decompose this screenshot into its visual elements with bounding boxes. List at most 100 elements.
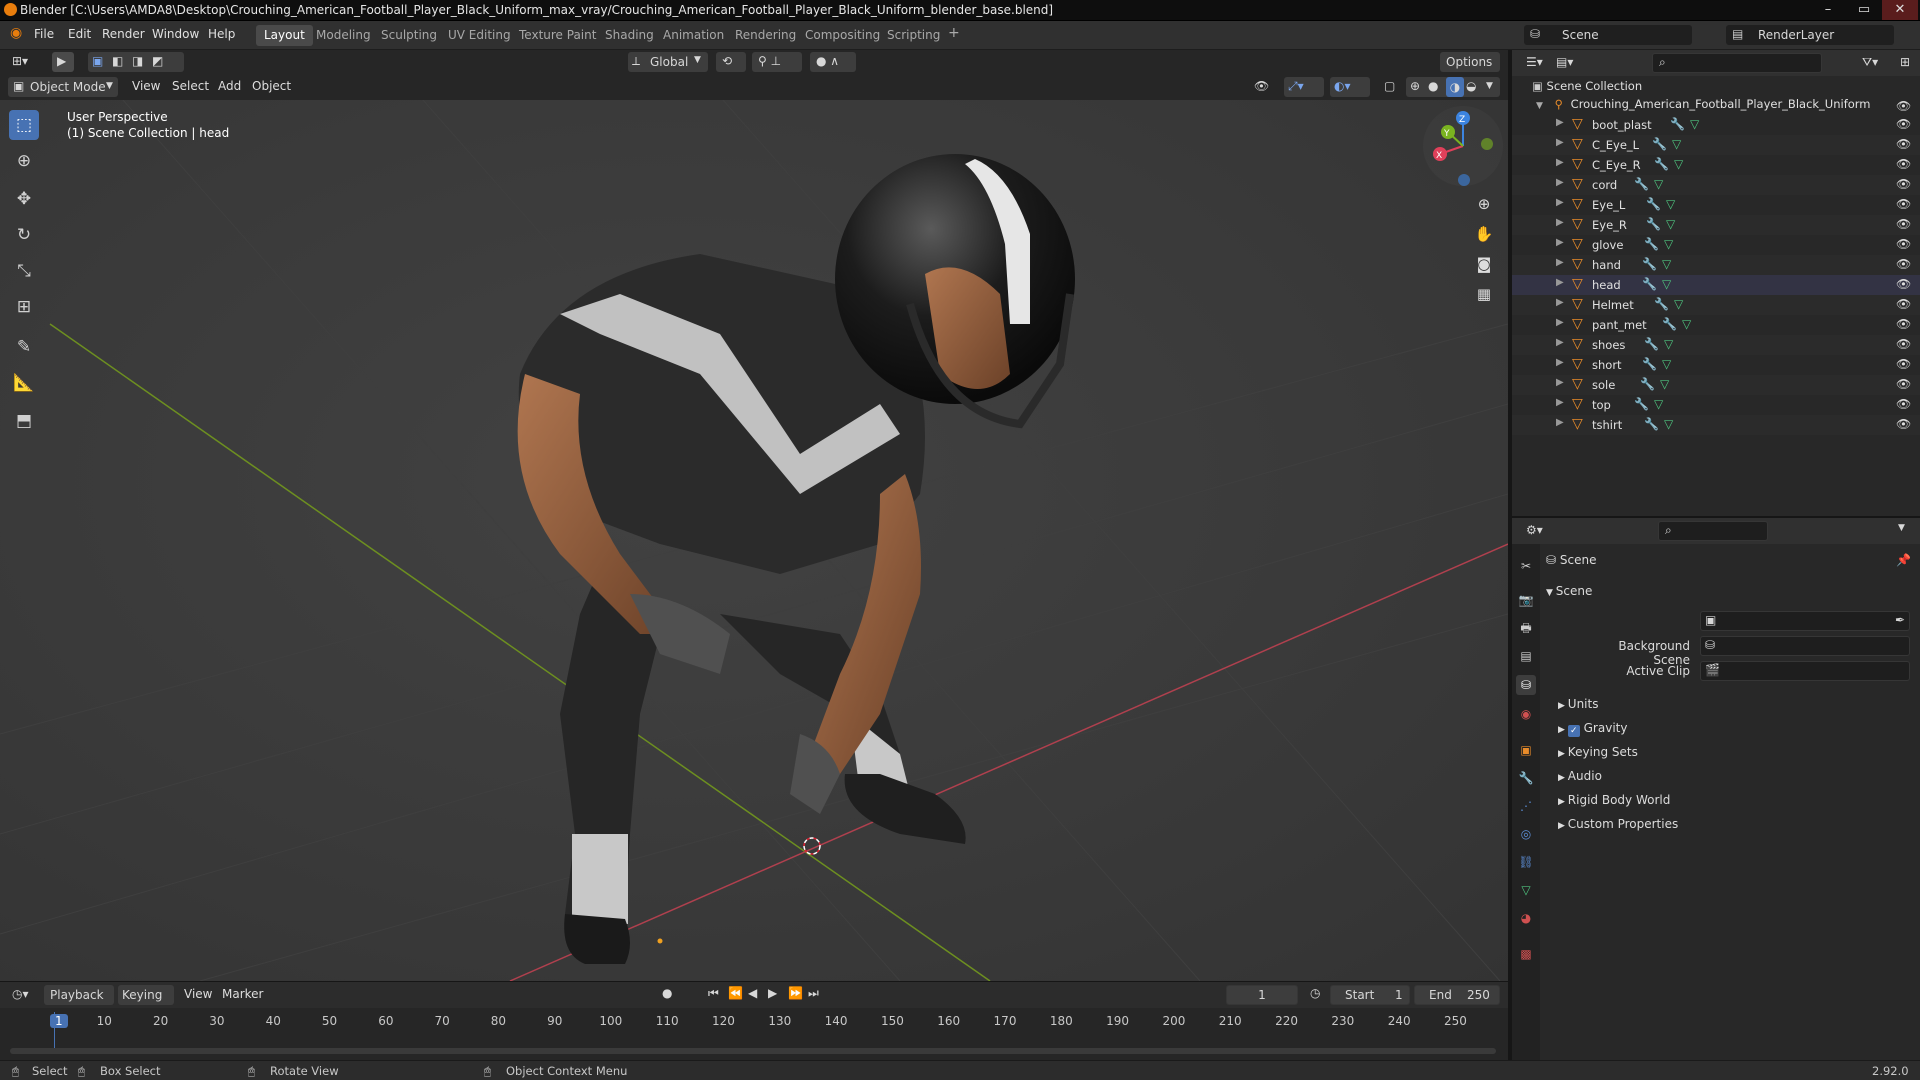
mesh-data-icon[interactable]: ▽ [1662, 277, 1671, 291]
physics-tab-icon[interactable]: ◎ [1516, 824, 1536, 844]
expand-arrow-icon[interactable]: ▶ [1556, 137, 1564, 148]
outliner-item-head[interactable]: ▶ ▽ head 🔧 ▽ 👁 [1512, 275, 1920, 295]
mesh-data-icon[interactable]: ▽ [1654, 177, 1663, 191]
overlay-toggle[interactable]: ◐▾ [1330, 77, 1370, 97]
end-frame-field[interactable]: End 250 [1414, 985, 1500, 1005]
mesh-data-icon[interactable]: ▽ [1662, 357, 1671, 371]
modifier-wrench-icon[interactable]: 🔧 [1644, 337, 1659, 351]
camera-view-icon[interactable]: ◙ [1472, 252, 1496, 276]
visibility-eye-icon[interactable]: 👁 [1896, 257, 1911, 271]
modifier-wrench-icon[interactable]: 🔧 [1654, 297, 1669, 311]
menu-help[interactable]: Help [208, 27, 235, 41]
mesh-data-icon[interactable]: ▽ [1662, 257, 1671, 271]
gravity-checkbox[interactable]: ✓ [1567, 725, 1580, 737]
expand-arrow-icon[interactable]: ▶ [1556, 197, 1564, 208]
maximize-button[interactable]: ▭ [1846, 0, 1882, 20]
perspective-grid-icon[interactable]: ▦ [1472, 282, 1496, 306]
navigation-gizmo[interactable]: Z Y X [1423, 106, 1503, 186]
pan-hand-icon[interactable]: ✋ [1472, 222, 1496, 246]
menu-edit[interactable]: Edit [68, 27, 91, 41]
outliner-item-eye_l[interactable]: ▶ ▽ Eye_L 🔧 ▽ 👁 [1512, 195, 1920, 215]
chevron-down-icon[interactable]: ▼ [1898, 523, 1905, 533]
gizmo-toggle[interactable]: ⤢▾ [1284, 77, 1324, 97]
modifier-wrench-icon[interactable]: 🔧 [1642, 357, 1657, 371]
expand-arrow-icon[interactable]: ▶ [1556, 297, 1564, 308]
wireframe-shading-icon[interactable]: ⊕ [1410, 79, 1420, 93]
audio-panel[interactable]: ▶ Audio [1546, 765, 1916, 787]
expand-arrow-icon[interactable]: ▶ [1556, 157, 1564, 168]
scene-collection-row[interactable]: ▣ Scene Collection [1532, 79, 1642, 93]
scale-tool-icon[interactable]: ⤡ [9, 256, 39, 286]
modifier-wrench-icon[interactable]: 🔧 [1644, 417, 1659, 431]
modifier-wrench-icon[interactable]: 🔧 [1662, 317, 1677, 331]
collection-visibility-eye-icon[interactable]: 👁 [1896, 99, 1911, 113]
workspace-tab-compositing[interactable]: Compositing [797, 25, 888, 46]
mesh-data-icon[interactable]: ▽ [1674, 297, 1683, 311]
football-player-model[interactable] [517, 154, 1075, 964]
mesh-data-icon[interactable]: ▽ [1666, 197, 1675, 211]
visibility-eye-icon[interactable]: 👁 [1896, 177, 1911, 191]
xray-toggle[interactable]: ▢ [1380, 77, 1400, 97]
expand-arrow-icon[interactable]: ▼ [1536, 101, 1543, 111]
mesh-data-icon[interactable]: ▽ [1654, 397, 1663, 411]
next-keyframe-icon[interactable]: ⏩ [788, 986, 803, 1000]
modifier-wrench-icon[interactable]: 🔧 [1646, 197, 1661, 211]
material-tab-icon[interactable]: ◕ [1516, 908, 1536, 928]
expand-arrow-icon[interactable]: ▶ [1556, 417, 1564, 428]
workspace-tab-animation[interactable]: Animation [655, 25, 732, 46]
outliner-item-c_eye_r[interactable]: ▶ ▽ C_Eye_R 🔧 ▽ 👁 [1512, 155, 1920, 175]
particles-tab-icon[interactable]: ⋰ [1516, 796, 1536, 816]
visibility-eye-icon[interactable]: 👁 [1896, 237, 1911, 251]
visibility-dropdown[interactable]: 👁 [1250, 77, 1280, 97]
new-selection-icon[interactable]: ▣ [92, 54, 103, 68]
expand-arrow-icon[interactable]: ▶ [1556, 277, 1564, 288]
view-layer-tab-icon[interactable]: ▤ [1516, 646, 1536, 666]
material-preview-icon[interactable]: ◑ [1446, 77, 1464, 97]
timeline-marker-menu[interactable]: Marker [222, 987, 263, 1001]
outliner-item-hand[interactable]: ▶ ▽ hand 🔧 ▽ 👁 [1512, 255, 1920, 275]
eyedropper-icon[interactable]: ✒ [1895, 613, 1905, 627]
annotate-tool-icon[interactable]: ✎ [9, 332, 39, 362]
workspace-tab-rendering[interactable]: Rendering [727, 25, 804, 46]
expand-arrow-icon[interactable]: ▶ [1556, 397, 1564, 408]
3d-viewport[interactable]: Z Y X User Perspective (1) Scene Collect… [0, 74, 1508, 981]
mesh-data-icon[interactable]: ▽ [1666, 217, 1675, 231]
visibility-eye-icon[interactable]: 👁 [1896, 317, 1911, 331]
transform-tool-icon[interactable]: ⊞ [9, 292, 39, 322]
add-workspace-button[interactable]: + [948, 25, 960, 41]
outliner-item-helmet[interactable]: ▶ ▽ Helmet 🔧 ▽ 👁 [1512, 295, 1920, 315]
mesh-data-icon[interactable]: ▽ [1664, 417, 1673, 431]
timeline-scrollbar[interactable] [10, 1048, 1496, 1054]
outliner-item-boot_plast[interactable]: ▶ ▽ boot_plast 🔧 ▽ 👁 [1512, 115, 1920, 135]
extend-selection-icon[interactable]: ◧ [112, 54, 123, 68]
collection-row[interactable]: ▼ ⚲ Crouching_American_Football_Player_B… [1536, 97, 1906, 111]
menu-select[interactable]: Select [172, 79, 209, 93]
expand-arrow-icon[interactable]: ▶ [1556, 357, 1564, 368]
keying-sets-panel[interactable]: ▶ Keying Sets [1546, 741, 1916, 763]
renderlayer-selector[interactable]: ▤ RenderLayer [1726, 25, 1894, 45]
modifier-wrench-icon[interactable]: 🔧 [1642, 257, 1657, 271]
editor-type-icon[interactable]: ⚙▾ [1526, 523, 1543, 537]
pin-icon[interactable]: 📌 [1896, 553, 1911, 567]
proportional-editing-toggle[interactable]: ● ∧ [810, 52, 856, 72]
visibility-eye-icon[interactable]: 👁 [1896, 337, 1911, 351]
constraints-tab-icon[interactable]: ⛓ [1516, 852, 1536, 872]
visibility-eye-icon[interactable]: 👁 [1896, 197, 1911, 211]
outliner-item-eye_r[interactable]: ▶ ▽ Eye_R 🔧 ▽ 👁 [1512, 215, 1920, 235]
visibility-eye-icon[interactable]: 👁 [1896, 417, 1911, 431]
mesh-data-icon[interactable]: ▽ [1690, 117, 1699, 131]
modifier-wrench-icon[interactable]: 🔧 [1646, 217, 1661, 231]
play-reverse-icon[interactable]: ◀ [748, 986, 757, 1000]
close-button[interactable]: ✕ [1882, 0, 1918, 20]
workspace-tab-uv-editing[interactable]: UV Editing [440, 25, 519, 46]
minimize-button[interactable]: – [1810, 0, 1846, 20]
add-cube-tool-icon[interactable]: ⬒ [9, 406, 39, 436]
modifier-wrench-icon[interactable]: 🔧 [1654, 157, 1669, 171]
outliner-item-shoes[interactable]: ▶ ▽ shoes 🔧 ▽ 👁 [1512, 335, 1920, 355]
timeline-view-menu[interactable]: View [184, 987, 212, 1001]
visibility-eye-icon[interactable]: 👁 [1896, 157, 1911, 171]
menu-object[interactable]: Object [252, 79, 291, 93]
prev-keyframe-icon[interactable]: ⏪ [728, 986, 743, 1000]
expand-arrow-icon[interactable]: ▶ [1556, 377, 1564, 388]
modifier-wrench-icon[interactable]: 🔧 [1644, 237, 1659, 251]
